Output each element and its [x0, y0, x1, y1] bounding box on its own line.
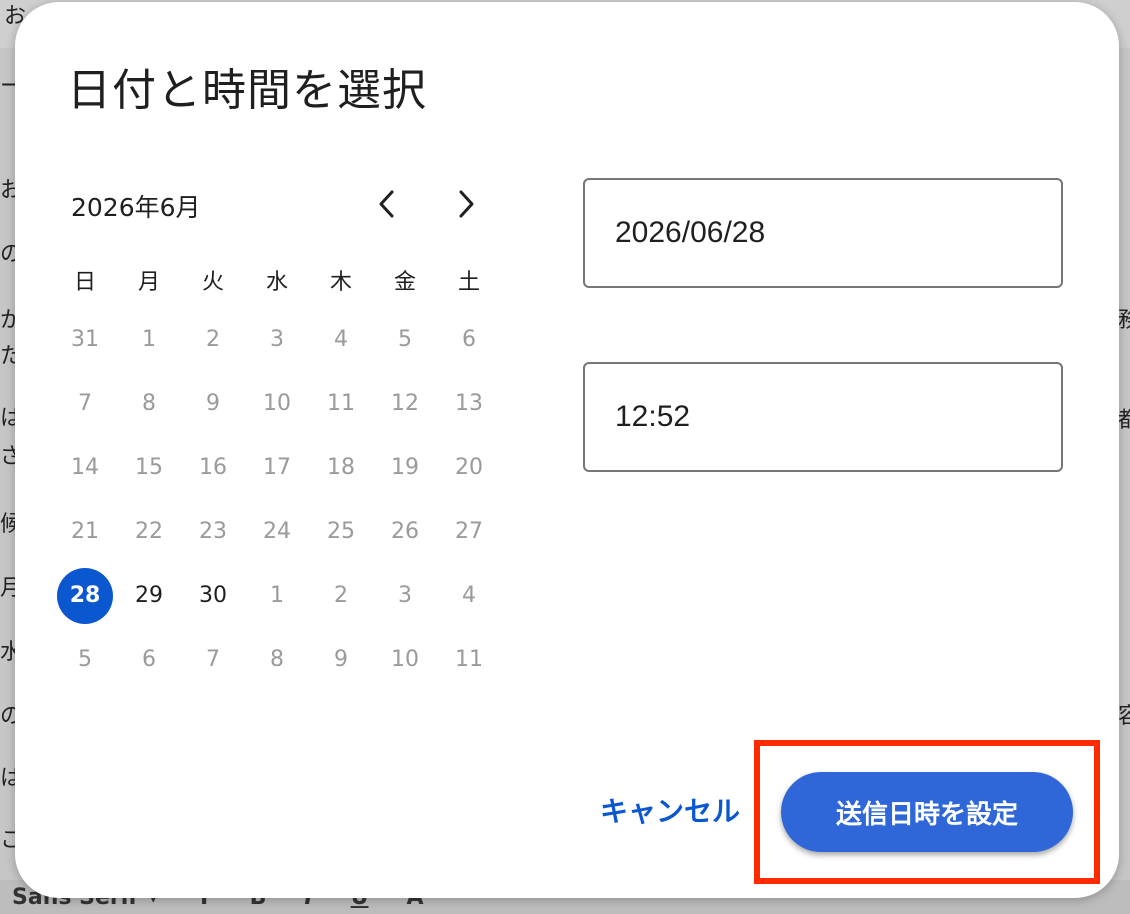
weekday-header: 木 — [329, 270, 352, 295]
calendar-day[interactable]: 10 — [377, 632, 433, 688]
calendar-day[interactable]: 24 — [249, 504, 305, 560]
calendar-day[interactable]: 4 — [441, 568, 497, 624]
calendar-day[interactable]: 19 — [377, 440, 433, 496]
calendar-day[interactable]: 1 — [121, 312, 177, 368]
calendar-day[interactable]: 2 — [185, 312, 241, 368]
date-time-picker-dialog: 日付と時間を選択 2026年6月 日月火水木金土 31 1 2 3 4 5 6 7 8 9 10 11 1… — [15, 2, 1119, 898]
calendar-day[interactable]: 7 — [57, 376, 113, 432]
background-text: 容 — [1118, 704, 1130, 729]
calendar-day[interactable]: 13 — [441, 376, 497, 432]
calendar-day[interactable]: 8 — [121, 376, 177, 432]
calendar-day[interactable]: 23 — [185, 504, 241, 560]
next-month-button[interactable] — [446, 184, 486, 224]
calendar-day[interactable]: 6 — [121, 632, 177, 688]
dialog-title: 日付と時間を選択 — [67, 65, 427, 116]
chevron-left-icon — [379, 190, 394, 218]
set-send-time-button[interactable]: 送信日時を設定 — [781, 772, 1073, 852]
calendar-day[interactable]: 22 — [121, 504, 177, 560]
date-input[interactable]: 2026/06/28 — [583, 178, 1063, 288]
calendar-day[interactable]: 31 — [57, 312, 113, 368]
weekday-header: 金 — [393, 270, 416, 295]
calendar-day[interactable]: 18 — [313, 440, 369, 496]
calendar-day[interactable]: 11 — [441, 632, 497, 688]
weekday-header: 火 — [201, 270, 224, 295]
calendar-day[interactable]: 15 — [121, 440, 177, 496]
chevron-right-icon — [459, 190, 474, 218]
calendar-day[interactable]: 30 — [185, 568, 241, 624]
cancel-button[interactable]: キャンセル — [595, 786, 745, 834]
calendar-day[interactable]: 27 — [441, 504, 497, 560]
calendar-day[interactable]: 5 — [377, 312, 433, 368]
weekday-header: 水 — [265, 270, 288, 295]
previous-month-button[interactable] — [367, 184, 407, 224]
calendar-day[interactable]: 26 — [377, 504, 433, 560]
calendar-month-label: 2026年6月 — [71, 193, 201, 222]
calendar-day[interactable]: 8 — [249, 632, 305, 688]
weekday-header: 日 — [73, 270, 96, 295]
calendar-day[interactable]: 1 — [249, 568, 305, 624]
calendar-day[interactable]: 9 — [313, 632, 369, 688]
calendar-day[interactable]: 3 — [249, 312, 305, 368]
calendar-day[interactable]: 12 — [377, 376, 433, 432]
calendar-day[interactable]: 20 — [441, 440, 497, 496]
calendar-day[interactable]: 17 — [249, 440, 305, 496]
calendar-day[interactable]: 25 — [313, 504, 369, 560]
calendar-day[interactable]: 6 — [441, 312, 497, 368]
background-text: 都 — [1118, 408, 1130, 433]
calendar-day[interactable]: 7 — [185, 632, 241, 688]
calendar-day[interactable]: 16 — [185, 440, 241, 496]
calendar-day[interactable]: 3 — [377, 568, 433, 624]
weekday-header: 月 — [137, 270, 160, 295]
weekday-header: 土 — [457, 270, 480, 295]
background-text: 務 — [1118, 308, 1130, 333]
calendar-day[interactable]: 11 — [313, 376, 369, 432]
time-input[interactable]: 12:52 — [583, 362, 1063, 472]
calendar-day[interactable]: 2 — [313, 568, 369, 624]
calendar-day[interactable]: 4 — [313, 312, 369, 368]
calendar-day[interactable]: 21 — [57, 504, 113, 560]
calendar-day[interactable]: 14 — [57, 440, 113, 496]
calendar-day[interactable]: 5 — [57, 632, 113, 688]
calendar-day[interactable]: 10 — [249, 376, 305, 432]
calendar-day[interactable]: 29 — [121, 568, 177, 624]
calendar-day[interactable]: 9 — [185, 376, 241, 432]
calendar-day-selected[interactable]: 28 — [57, 568, 113, 624]
